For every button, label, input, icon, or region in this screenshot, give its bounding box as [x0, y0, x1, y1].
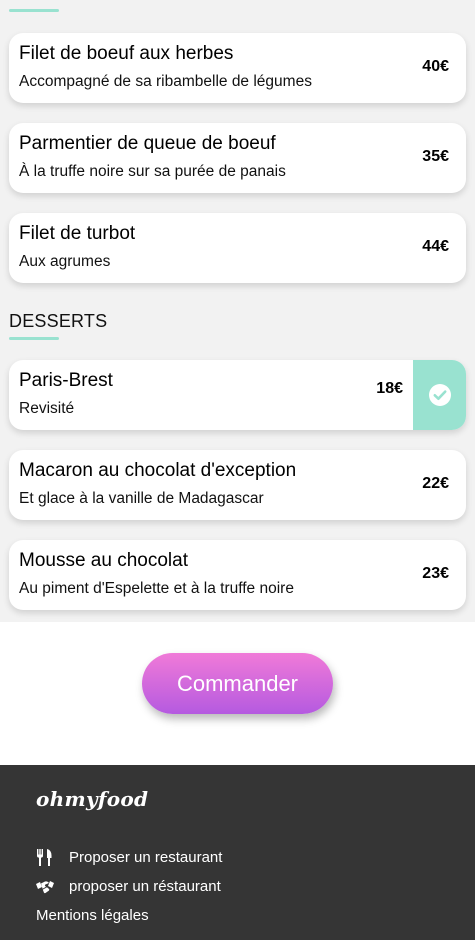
- footer-link-propose-restaurant[interactable]: Proposer un restaurant: [36, 849, 222, 866]
- mains-accent-line: [9, 9, 59, 12]
- selected-check-panel[interactable]: [413, 360, 466, 430]
- footer-link-label: Proposer un restaurant: [69, 849, 223, 866]
- dish-card[interactable]: Filet de turbot Aux agrumes 44€: [9, 213, 466, 283]
- footer-link-legal[interactable]: Mentions légales: [36, 907, 149, 924]
- desserts-accent-line: [9, 337, 59, 340]
- order-button[interactable]: Commander: [142, 653, 333, 714]
- dish-description: Et glace à la vanille de Madagascar: [19, 490, 264, 507]
- dish-card[interactable]: Filet de boeuf aux herbes Accompagné de …: [9, 33, 466, 103]
- utensils-icon: [37, 849, 52, 866]
- desserts-section-title: DESSERTS: [9, 311, 108, 331]
- menu-section: Filet de boeuf aux herbes Accompagné de …: [0, 0, 475, 622]
- check-circle-icon: [428, 384, 451, 406]
- footer-link-partner[interactable]: proposer un réstaurant: [36, 878, 221, 895]
- dish-price: 18€: [376, 380, 403, 397]
- dish-name: Filet de boeuf aux herbes: [19, 43, 234, 64]
- dish-name: Parmentier de queue de boeuf: [19, 133, 276, 154]
- dish-name: Macaron au chocolat d'exception: [19, 460, 297, 481]
- dish-price: 22€: [422, 475, 449, 492]
- dish-price: 35€: [422, 148, 449, 165]
- footer-logo: ohmyfood: [36, 787, 149, 811]
- dish-description: À la truffe noire sur sa purée de panais: [19, 163, 286, 180]
- footer-link-label: proposer un réstaurant: [69, 878, 221, 895]
- dish-description: Aux agrumes: [19, 253, 111, 270]
- footer: ohmyfood Proposer un restaurant proposer…: [0, 765, 475, 940]
- dish-price: 44€: [422, 238, 449, 255]
- dish-description: Revisité: [19, 400, 75, 417]
- dish-card-selected[interactable]: Paris-Brest Revisité 18€: [9, 360, 466, 430]
- dish-card[interactable]: Macaron au chocolat d'exception Et glace…: [9, 450, 466, 520]
- order-section: Commander: [0, 622, 475, 765]
- footer-link-label: Mentions légales: [36, 907, 149, 924]
- dish-description: Au piment d'Espelette et à la truffe noi…: [19, 580, 294, 597]
- dish-name: Mousse au chocolat: [19, 550, 188, 571]
- dish-name: Paris-Brest: [19, 370, 113, 391]
- dish-price: 23€: [422, 565, 449, 582]
- dish-price: 40€: [422, 58, 449, 75]
- dish-name: Filet de turbot: [19, 223, 136, 244]
- dish-description: Accompagné de sa ribambelle de légumes: [19, 73, 312, 90]
- dish-card[interactable]: Parmentier de queue de boeuf À la truffe…: [9, 123, 466, 193]
- handshake-icon: [36, 881, 54, 894]
- dish-card[interactable]: Mousse au chocolat Au piment d'Espelette…: [9, 540, 466, 610]
